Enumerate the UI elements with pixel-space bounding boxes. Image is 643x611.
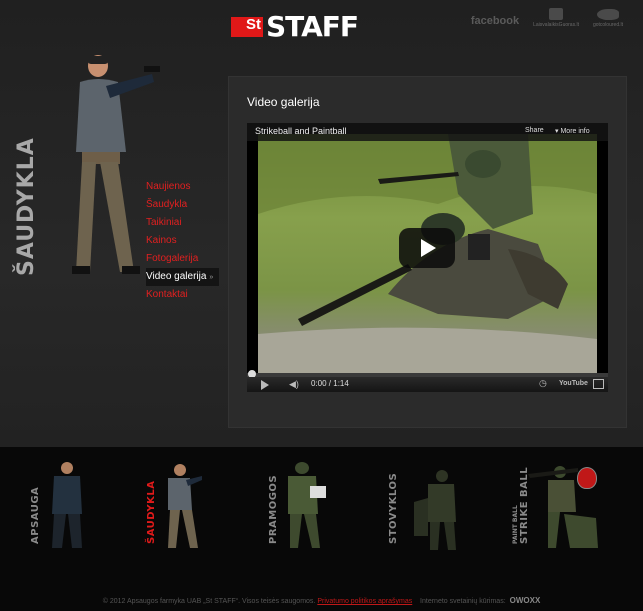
top-links: facebook LaisvalaikisGuoras.lt gotcolour… <box>471 8 623 28</box>
partner-1-icon <box>549 8 564 20</box>
footer-copyright: © 2012 Apsaugos farmyka UAB „St STAFF“. … <box>102 598 316 605</box>
section-nav: Naujienos Šaudykla Taikiniai Kainos Foto… <box>146 178 220 304</box>
category-strikeball[interactable]: PAINT BALL STRIKE BALL <box>508 462 618 554</box>
page-title: Video galerija <box>247 95 320 109</box>
privacy-link[interactable]: Privatumo politikos aprašymas <box>317 598 412 605</box>
category-apsauga[interactable]: APSAUGA <box>20 462 130 554</box>
partner-1-label: LaisvalaikisGuoras.lt <box>533 22 579 28</box>
volume-icon[interactable]: ◀) <box>289 379 299 390</box>
category-pramogos-text: PRAMOGOS <box>268 474 279 544</box>
video-player[interactable]: Strikeball and Paintball Share ▾ More in… <box>247 123 608 392</box>
partner-2-icon <box>596 9 619 20</box>
more-info-label: More info <box>560 128 590 135</box>
category-stovyklos[interactable]: STOVYKLOS <box>384 462 494 554</box>
category-strikeball-text: STRIKE BALL <box>519 466 530 544</box>
category-strikeball-label: PAINT BALL STRIKE BALL <box>512 467 530 544</box>
nav-item-saudykla[interactable]: Šaudykla <box>146 196 219 214</box>
share-button[interactable]: Share <box>525 127 544 134</box>
category-apsauga-text: APSAUGA <box>30 486 41 544</box>
shooter-figure-image <box>72 55 160 274</box>
logo-text: STAFF <box>266 10 359 43</box>
category-pramogos[interactable]: PRAMOGOS <box>262 462 372 554</box>
player-header: Strikeball and Paintball Share ▾ More in… <box>247 123 608 141</box>
category-apsauga-label: APSAUGA <box>30 487 41 544</box>
category-saudykla[interactable]: ŠAUDYKLA <box>140 462 250 554</box>
nav-item-kainos[interactable]: Kainos <box>146 232 219 250</box>
youtube-logo[interactable]: YouTube <box>559 380 588 387</box>
nav-item-video-galerija[interactable]: Video galerija» <box>146 268 220 286</box>
facebook-link[interactable]: facebook <box>471 15 519 27</box>
content-panel: Video galerija Strikeball and Paintball … <box>228 76 627 428</box>
play-icon[interactable] <box>261 380 269 390</box>
category-stovyklos-text: STOVYKLOS <box>388 472 399 544</box>
fullscreen-icon[interactable] <box>593 379 604 389</box>
watch-later-icon[interactable]: ◷ <box>539 378 547 389</box>
section-side-title: ŠAUDYKLA <box>14 137 39 276</box>
chevron-right-icon: » <box>209 274 214 281</box>
play-overlay-button[interactable] <box>399 228 455 268</box>
stovyklos-figure-image <box>414 470 456 550</box>
category-pramogos-label: PRAMOGOS <box>268 475 279 544</box>
nav-item-kontaktai[interactable]: Kontaktai <box>146 286 219 304</box>
category-strikeball-sub: PAINT BALL <box>512 505 519 544</box>
category-saudykla-text: ŠAUDYKLA <box>146 480 157 544</box>
category-stovyklos-label: STOVYKLOS <box>388 473 399 544</box>
more-info-button[interactable]: ▾ More info <box>555 127 590 135</box>
partner-2-label: gotcoloured.lt <box>592 22 623 28</box>
partner-link-1[interactable]: LaisvalaikisGuoras.lt <box>533 8 579 28</box>
skull-badge-icon <box>577 467 597 489</box>
nav-item-video-label: Video galerija <box>146 271 207 282</box>
time-display: 0:00 / 1:14 <box>311 379 349 388</box>
nav-item-naujienos[interactable]: Naujienos <box>146 178 219 196</box>
footer-credit: Interneto svetainių kūrimas: <box>420 598 506 605</box>
logo-box: St <box>231 17 263 37</box>
footer: © 2012 Apsaugos farmyka UAB „St STAFF“. … <box>0 596 643 605</box>
player-controls: ◀) 0:00 / 1:14 ◷ YouTube <box>247 377 608 392</box>
partner-link-2[interactable]: gotcoloured.lt <box>593 9 623 28</box>
video-title[interactable]: Strikeball and Paintball <box>255 126 347 136</box>
nav-item-fotogalerija[interactable]: Fotogalerija <box>146 250 219 268</box>
owoxx-link[interactable]: OWOXX <box>510 596 541 605</box>
category-saudykla-label: ŠAUDYKLA <box>146 481 157 544</box>
site-logo[interactable]: St STAFF <box>231 10 359 44</box>
nav-item-taikiniai[interactable]: Taikiniai <box>146 214 219 232</box>
